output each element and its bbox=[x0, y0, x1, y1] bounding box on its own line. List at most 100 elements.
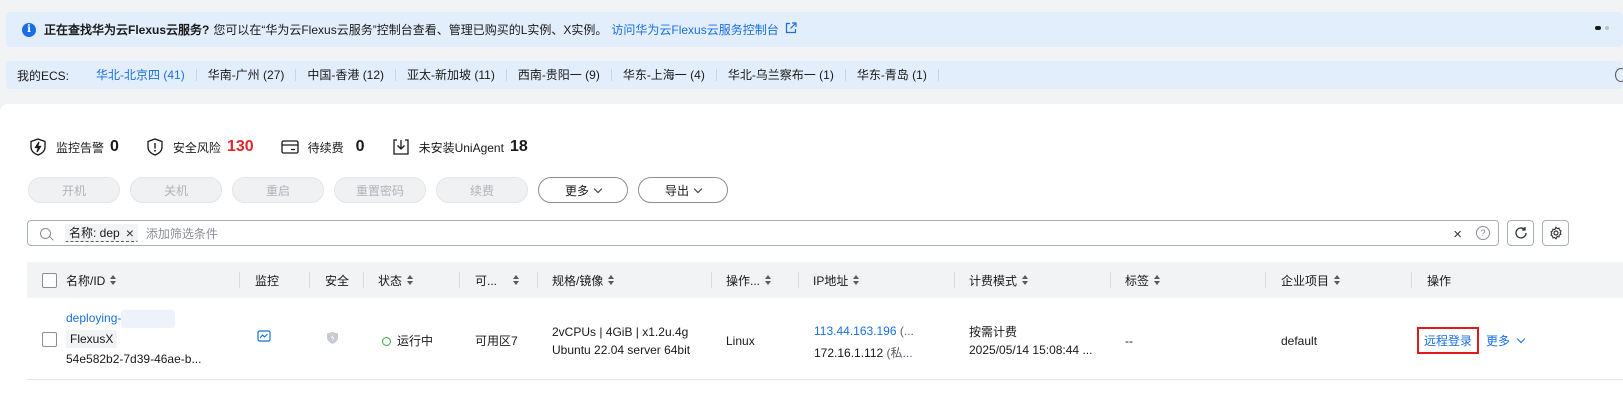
region-hongkong[interactable]: 中国-香港 (12) bbox=[296, 69, 397, 81]
flexus-console-link[interactable]: 访问华为云Flexus云服务控制台 bbox=[611, 21, 778, 38]
ip-cell: 113.44.163.196 (... 172.16.1.112 (私... bbox=[814, 322, 914, 362]
col-spec[interactable]: 规格/镜像 bbox=[552, 262, 712, 298]
clear-icon[interactable]: × bbox=[1453, 226, 1462, 243]
more-actions-label: 更多 bbox=[564, 183, 589, 198]
security-shield-icon[interactable] bbox=[326, 331, 339, 350]
region-guangzhou[interactable]: 华南-广州 (27) bbox=[197, 69, 297, 81]
restart-button[interactable]: 重启 bbox=[232, 177, 324, 203]
refresh-button[interactable] bbox=[1507, 220, 1534, 246]
sort-icon[interactable] bbox=[407, 275, 414, 285]
search-icon bbox=[40, 227, 51, 239]
col-security: 安全 bbox=[325, 262, 364, 298]
export-label: 导出 bbox=[664, 183, 689, 198]
region-shanghai1[interactable]: 华东-上海一 (4) bbox=[612, 69, 717, 81]
flexus-notice-banner: i 正在查找华为云Flexus云服务? 您可以在“华为云Flexus云服务”控制… bbox=[6, 12, 1623, 47]
close-icon[interactable]: × bbox=[126, 225, 134, 241]
chevron-down-icon bbox=[593, 184, 603, 193]
status-text: 运行中 bbox=[397, 334, 434, 348]
notice-title: 正在查找华为云Flexus云服务? bbox=[44, 23, 210, 37]
sort-icon[interactable] bbox=[765, 275, 772, 285]
os-cell: Linux bbox=[726, 334, 755, 348]
stat-monitor-alarm[interactable]: 监控告警 0 bbox=[28, 137, 119, 157]
col-status-label: 状态 bbox=[378, 273, 403, 288]
table-row: deploying- FlexusX 54e582b2-7d39-46ae-b.… bbox=[27, 298, 1623, 380]
settings-button[interactable] bbox=[1542, 220, 1569, 246]
select-all-checkbox[interactable] bbox=[42, 262, 57, 298]
remote-login-button[interactable]: 远程登录 bbox=[1417, 327, 1480, 354]
region-beijing4[interactable]: 华北-北京四 (41) bbox=[85, 69, 197, 81]
stat-monitor-label: 监控告警 bbox=[56, 140, 105, 155]
redacted-name-part bbox=[121, 309, 176, 328]
card-icon bbox=[280, 140, 299, 154]
start-button[interactable]: 开机 bbox=[28, 177, 120, 203]
col-tags[interactable]: 标签 bbox=[1125, 262, 1266, 298]
col-az[interactable]: 可... bbox=[475, 262, 538, 298]
row-checkbox[interactable] bbox=[42, 332, 57, 347]
chevron-down-icon bbox=[693, 184, 703, 193]
spec-cell: 2vCPUs | 4GiB | x1.2u.4g Ubuntu 22.04 se… bbox=[552, 323, 690, 359]
sort-icon[interactable] bbox=[853, 275, 860, 285]
monitor-chart-icon[interactable] bbox=[257, 330, 271, 348]
tags-cell: -- bbox=[1125, 334, 1133, 348]
stat-security-risk[interactable]: 安全风险 130 bbox=[145, 137, 254, 157]
billing-cell: 按需计费 2025/05/14 15:08:44 ... bbox=[969, 323, 1092, 359]
export-button[interactable]: 导出 bbox=[638, 177, 728, 203]
carousel-indicator[interactable] bbox=[1595, 26, 1609, 30]
alarm-icon bbox=[30, 138, 46, 156]
stat-renew-value: 0 bbox=[355, 138, 365, 155]
chevron-down-icon bbox=[1516, 334, 1526, 344]
stat-pending-renewal[interactable]: 待续费 0 bbox=[280, 137, 365, 157]
stat-risk-value: 130 bbox=[226, 138, 254, 155]
region-qingdao[interactable]: 华东-青岛 (1) bbox=[846, 69, 939, 81]
col-status[interactable]: 状态 bbox=[378, 262, 460, 298]
filter-chip-label: 名称: dep bbox=[69, 226, 120, 240]
project-cell: default bbox=[1281, 334, 1318, 348]
more-actions-button[interactable]: 更多 bbox=[538, 177, 628, 203]
col-billing-label: 计费模式 bbox=[969, 273, 1018, 288]
instance-list-card: 监控告警 0 安全风险 130 待续费 0 未安装UniAgent 18 开机 … bbox=[0, 104, 1623, 394]
sort-icon[interactable] bbox=[1154, 275, 1161, 285]
stop-button[interactable]: 关机 bbox=[130, 177, 222, 203]
status-cell: 运行中 bbox=[382, 332, 433, 350]
table-header: 名称/ID 监控 安全 状态 可... 规格/镜像 操作... IP地址 计费模… bbox=[27, 262, 1623, 298]
gear-icon bbox=[1549, 226, 1562, 240]
notice-text: 您可以在“华为云Flexus云服务”控制台查看、管理已购买的L实例、X实例。 bbox=[213, 23, 608, 37]
running-status-icon bbox=[382, 337, 391, 347]
refresh-icon[interactable] bbox=[1615, 68, 1623, 82]
sort-icon[interactable] bbox=[1022, 275, 1029, 285]
stat-agent-label: 未安装UniAgent bbox=[418, 140, 504, 155]
region-ulanqab1[interactable]: 华北-乌兰察布一 (1) bbox=[717, 69, 846, 81]
stat-agent-value: 18 bbox=[509, 138, 528, 155]
col-ip-label: IP地址 bbox=[813, 273, 849, 288]
col-ops: 操作 bbox=[1427, 262, 1527, 298]
sort-icon[interactable] bbox=[1334, 275, 1341, 285]
stat-uniagent[interactable]: 未安装UniAgent 18 bbox=[391, 137, 528, 157]
sort-icon[interactable] bbox=[513, 275, 520, 285]
renew-button[interactable]: 续费 bbox=[436, 177, 528, 203]
col-project[interactable]: 企业项目 bbox=[1281, 262, 1412, 298]
search-filter-input[interactable]: 名称: dep × 添加筛选条件 × ? bbox=[27, 220, 1499, 246]
col-name[interactable]: 名称/ID bbox=[66, 262, 240, 298]
public-ip-suffix: (... bbox=[899, 324, 914, 338]
filter-placeholder: 添加筛选条件 bbox=[145, 226, 218, 241]
reset-password-button[interactable]: 重置密码 bbox=[334, 177, 426, 203]
billing-mode: 按需计费 bbox=[969, 325, 1018, 339]
filter-chip-name[interactable]: 名称: dep × bbox=[65, 224, 138, 242]
sort-icon[interactable] bbox=[110, 275, 117, 285]
instance-name-link[interactable]: deploying- bbox=[66, 311, 121, 325]
region-guiyang1[interactable]: 西南-贵阳一 (9) bbox=[507, 69, 612, 81]
row-more-button[interactable]: 更多 bbox=[1486, 332, 1526, 350]
col-ip[interactable]: IP地址 bbox=[813, 262, 955, 298]
sort-icon[interactable] bbox=[608, 275, 615, 285]
col-project-label: 企业项目 bbox=[1281, 273, 1330, 288]
row-more-label: 更多 bbox=[1486, 334, 1511, 348]
col-billing[interactable]: 计费模式 bbox=[969, 262, 1111, 298]
help-icon[interactable]: ? bbox=[1476, 226, 1490, 240]
info-icon: i bbox=[22, 22, 36, 37]
region-singapore[interactable]: 亚太-新加坡 (11) bbox=[396, 69, 507, 81]
external-link-icon[interactable] bbox=[785, 22, 797, 37]
col-os[interactable]: 操作... bbox=[726, 262, 799, 298]
public-ip-link[interactable]: 113.44.163.196 bbox=[814, 324, 897, 338]
instance-name-cell: deploying- FlexusX 54e582b2-7d39-46ae-b.… bbox=[66, 309, 201, 368]
stats-bar: 监控告警 0 安全风险 130 待续费 0 未安装UniAgent 18 bbox=[28, 137, 554, 157]
